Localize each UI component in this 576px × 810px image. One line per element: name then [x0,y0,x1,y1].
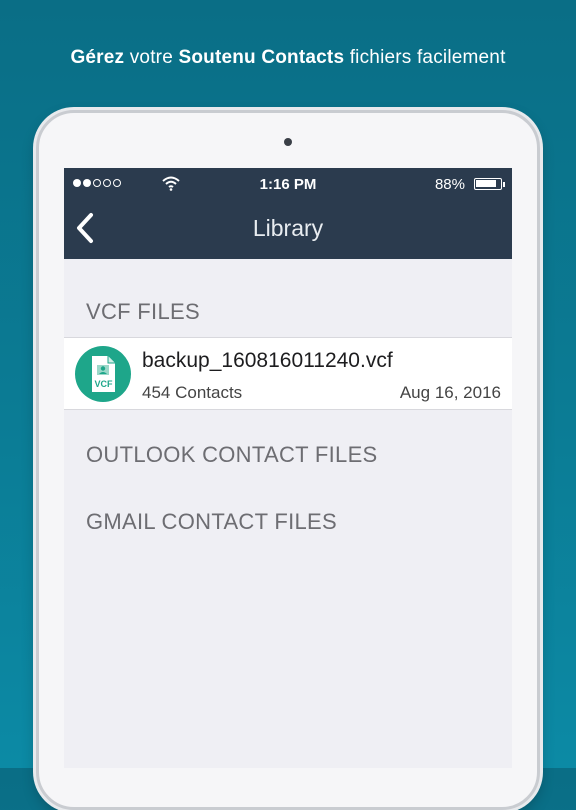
section-header-vcf: VCF FILES [86,299,200,324]
battery-cap [503,182,505,187]
battery-percentage: 88% [434,176,465,193]
file-contact-count: 454 Contacts [142,383,243,402]
headline-text-1: votre [124,47,179,68]
page-title: Library [252,215,324,241]
vcf-icon-label: VCF [95,379,114,389]
file-name: backup_160816011240.vcf [142,349,393,372]
headline-text-2: fichiers facilement [344,47,506,68]
status-bar: 1:16 PM 88% [64,176,512,194]
file-list-item[interactable]: VCF backup_160816011240.vcf 454 Contacts… [64,337,512,410]
battery-icon [474,178,502,190]
section-header-outlook: OUTLOOK CONTACT FILES [86,442,378,467]
vcf-file-icon: VCF [75,346,131,402]
headline-bold-2: Soutenu Contacts [178,47,345,68]
headline-bold-1: Gérez [70,47,125,68]
section-header-gmail: GMAIL CONTACT FILES [86,509,337,534]
navigation-bar: 1:16 PM 88% Library [64,168,512,259]
camera-icon [284,138,292,146]
battery-fill [476,180,496,187]
app-screen: 1:16 PM 88% Library VCF FILES VCF backup… [64,168,512,768]
promo-headline: Gérez votre Soutenu Contacts fichiers fa… [0,47,576,69]
file-date: Aug 16, 2016 [399,383,501,402]
